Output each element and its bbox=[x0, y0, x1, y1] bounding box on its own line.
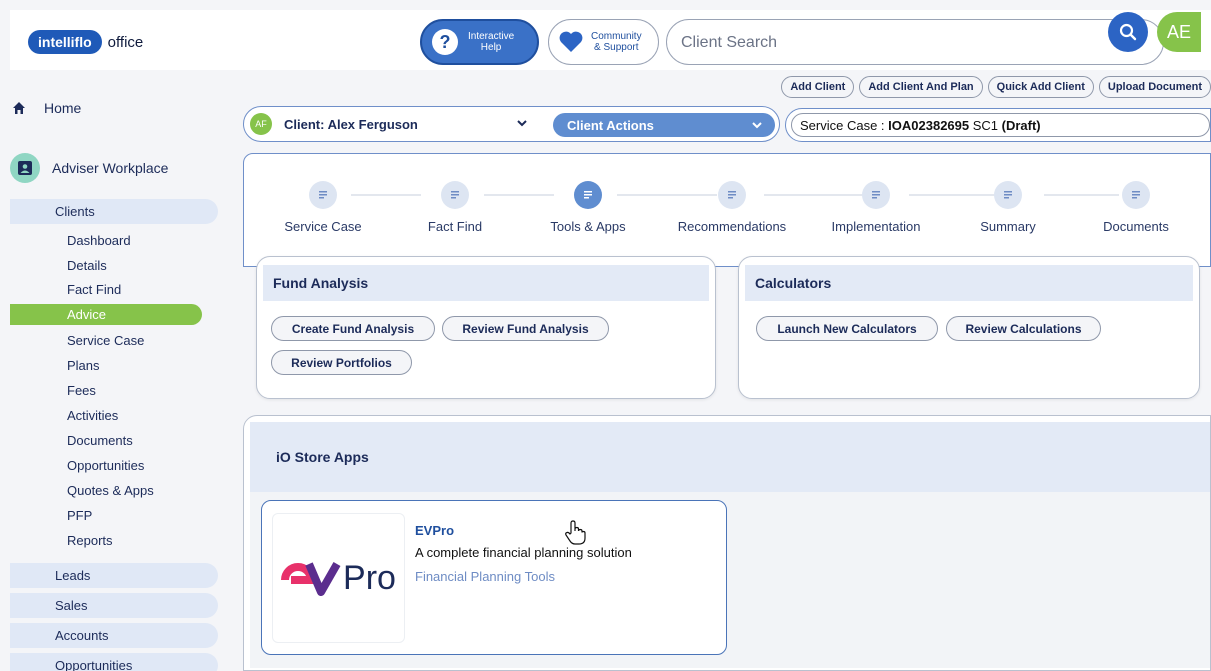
step-summary[interactable]: Summary bbox=[938, 181, 1078, 234]
upload-document-button[interactable]: Upload Document bbox=[1098, 76, 1211, 98]
sidebar-item-dashboard[interactable]: Dashboard bbox=[67, 233, 131, 248]
sidebar-item-quotes-apps[interactable]: Quotes & Apps bbox=[67, 483, 154, 498]
quick-actions: Add Client Add Client And Plan Quick Add… bbox=[781, 76, 1211, 98]
sidebar-item-fact-find[interactable]: Fact Find bbox=[67, 282, 121, 297]
adviser-workplace-label: Adviser Workplace bbox=[52, 160, 169, 176]
user-avatar[interactable]: AE bbox=[1157, 12, 1201, 52]
home-label: Home bbox=[44, 100, 82, 116]
step-documents[interactable]: Documents bbox=[1066, 181, 1206, 234]
document-icon bbox=[441, 181, 469, 209]
interactive-help-button[interactable]: ? Interactive Help bbox=[420, 19, 539, 65]
launch-new-calculators-button[interactable]: Launch New Calculators bbox=[756, 316, 938, 341]
sidebar-item-details[interactable]: Details bbox=[67, 258, 107, 273]
search-button[interactable] bbox=[1108, 12, 1148, 52]
app-name[interactable]: EVPro bbox=[415, 523, 454, 538]
client-actions-label: Client Actions bbox=[567, 117, 654, 133]
sidebar-item-plans[interactable]: Plans bbox=[67, 358, 100, 373]
question-icon: ? bbox=[432, 29, 458, 55]
step-service-case[interactable]: Service Case bbox=[253, 181, 393, 234]
advice-steps-panel: Service Case Fact Find Tools & Apps Reco… bbox=[243, 153, 1211, 267]
sidebar-item-activities[interactable]: Activities bbox=[67, 408, 118, 423]
service-case-status: (Draft) bbox=[1001, 117, 1041, 133]
sidebar-item-advice[interactable]: Advice bbox=[10, 304, 202, 325]
calculators-title: Calculators bbox=[745, 265, 1193, 301]
contact-card-icon bbox=[10, 153, 40, 183]
service-case-suffix: SC1 bbox=[969, 117, 1002, 133]
document-icon bbox=[574, 181, 602, 209]
logo-brand: intelliflo bbox=[28, 30, 102, 54]
chevron-down-icon[interactable] bbox=[516, 117, 528, 129]
help-label-line2: Help bbox=[480, 42, 502, 53]
review-portfolios-button[interactable]: Review Portfolios bbox=[271, 350, 412, 375]
sidebar-item-clients[interactable]: Clients bbox=[10, 199, 218, 224]
add-client-and-plan-button[interactable]: Add Client And Plan bbox=[859, 76, 983, 98]
create-fund-analysis-button[interactable]: Create Fund Analysis bbox=[271, 316, 435, 341]
quick-add-client-button[interactable]: Quick Add Client bbox=[987, 76, 1094, 98]
add-client-button[interactable]: Add Client bbox=[781, 76, 855, 98]
community-label-line1: Community bbox=[591, 31, 642, 42]
evpro-logo-text: Pro bbox=[343, 558, 396, 597]
app-category[interactable]: Financial Planning Tools bbox=[415, 569, 555, 584]
client-search-box bbox=[666, 19, 1164, 65]
sidebar-item-home[interactable]: Home bbox=[12, 100, 81, 116]
step-label: Recommendations bbox=[677, 219, 787, 234]
step-label: Service Case bbox=[284, 219, 362, 234]
sidebar-item-opportunities[interactable]: Opportunities bbox=[67, 458, 144, 473]
document-icon bbox=[994, 181, 1022, 209]
step-label: Summary bbox=[980, 219, 1036, 234]
step-tools-apps[interactable]: Tools & Apps bbox=[518, 181, 658, 234]
sidebar: Home Adviser Workplace Clients Dashboard… bbox=[0, 80, 230, 671]
io-store-title: iO Store Apps bbox=[250, 422, 1210, 492]
service-case-prefix: Service Case : bbox=[800, 117, 889, 133]
client-name[interactable]: Client: Alex Ferguson bbox=[284, 117, 418, 132]
heart-icon bbox=[557, 29, 585, 55]
sidebar-item-accounts[interactable]: Accounts bbox=[10, 623, 218, 648]
chevron-down-icon bbox=[752, 122, 762, 129]
sidebar-item-pfp[interactable]: PFP bbox=[67, 508, 92, 523]
step-label: Documents bbox=[1103, 219, 1169, 234]
client-actions-dropdown[interactable]: Client Actions bbox=[553, 113, 775, 137]
app-card-evpro[interactable]: Pro EVPro A complete financial planning … bbox=[261, 500, 727, 655]
service-case-id: IOA02382695 bbox=[888, 117, 970, 133]
sidebar-item-adviser-workplace[interactable]: Adviser Workplace bbox=[10, 153, 168, 183]
fund-analysis-title: Fund Analysis bbox=[263, 265, 709, 301]
step-label: Implementation bbox=[831, 219, 921, 234]
client-selector-bar: AF Client: Alex Ferguson Client Actions bbox=[243, 106, 780, 142]
sidebar-item-documents[interactable]: Documents bbox=[67, 433, 133, 448]
service-case-selector: Service Case : IOA02382695 SC1 (Draft) bbox=[785, 108, 1211, 142]
document-icon bbox=[862, 181, 890, 209]
community-label-line2: & Support bbox=[594, 42, 639, 53]
service-case-field[interactable]: Service Case : IOA02382695 SC1 (Draft) bbox=[791, 113, 1210, 137]
client-avatar: AF bbox=[250, 113, 272, 135]
document-icon bbox=[309, 181, 337, 209]
document-icon bbox=[1122, 181, 1150, 209]
app-description: A complete financial planning solution bbox=[415, 545, 632, 560]
help-label-line1: Interactive bbox=[468, 31, 515, 42]
evpro-logo-mark-icon bbox=[281, 562, 341, 596]
client-search-input[interactable] bbox=[681, 32, 1101, 54]
sidebar-item-fees[interactable]: Fees bbox=[67, 383, 96, 398]
sidebar-item-opportunities-main[interactable]: Opportunities bbox=[10, 653, 218, 671]
step-fact-find[interactable]: Fact Find bbox=[385, 181, 525, 234]
sidebar-item-service-case[interactable]: Service Case bbox=[67, 333, 144, 348]
step-label: Fact Find bbox=[427, 219, 483, 234]
logo-product: office bbox=[107, 33, 144, 51]
step-implementation[interactable]: Implementation bbox=[806, 181, 946, 234]
search-icon bbox=[1119, 23, 1137, 41]
review-calculations-button[interactable]: Review Calculations bbox=[946, 316, 1101, 341]
intelliflo-logo[interactable]: intelliflo office bbox=[28, 28, 143, 56]
community-support-button[interactable]: Community & Support bbox=[548, 19, 659, 65]
home-icon bbox=[13, 102, 25, 114]
sidebar-item-sales[interactable]: Sales bbox=[10, 593, 218, 618]
hand-cursor-icon bbox=[565, 520, 586, 545]
top-bar: intelliflo office ? Interactive Help Com… bbox=[10, 10, 1211, 70]
sidebar-item-reports[interactable]: Reports bbox=[67, 533, 113, 548]
step-recommendations[interactable]: Recommendations bbox=[662, 181, 802, 234]
review-fund-analysis-button[interactable]: Review Fund Analysis bbox=[442, 316, 609, 341]
evpro-logo: Pro bbox=[272, 513, 405, 643]
document-icon bbox=[718, 181, 746, 209]
step-label: Tools & Apps bbox=[550, 219, 626, 234]
sidebar-item-leads[interactable]: Leads bbox=[10, 563, 218, 588]
